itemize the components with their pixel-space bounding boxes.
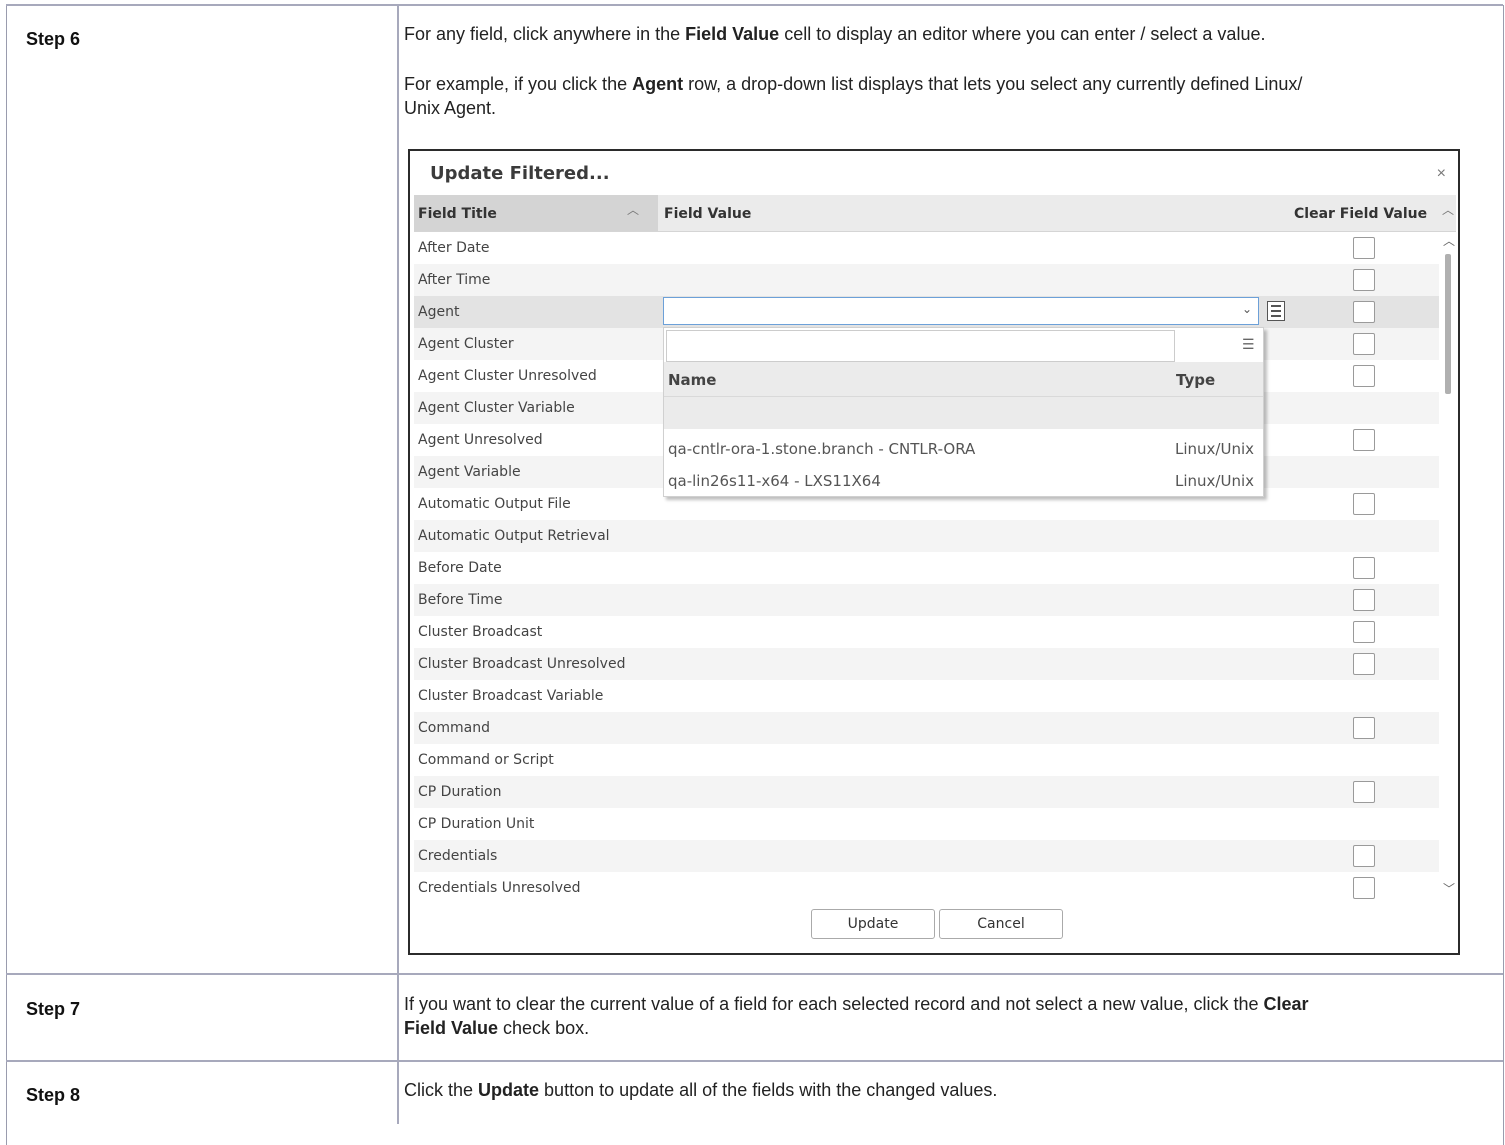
update-button[interactable]: Update — [811, 909, 935, 939]
field-title: Agent Variable — [418, 464, 521, 480]
field-title: Agent Cluster Variable — [418, 400, 575, 416]
field-title: Credentials Unresolved — [418, 880, 581, 896]
sort-caret-icon[interactable]: ︿ — [627, 201, 639, 218]
step-label: Step 8 — [26, 1085, 81, 1105]
field-title: Before Time — [418, 592, 503, 608]
table-row[interactable]: Automatic Output Retrieval — [414, 520, 1439, 552]
field-title: Credentials — [418, 848, 498, 864]
agent-combo-box[interactable]: ⌄ — [663, 297, 1259, 325]
dialog-title: Update Filtered... — [430, 163, 610, 184]
row-divider — [6, 1060, 1503, 1062]
field-title: Agent Unresolved — [418, 432, 543, 448]
clear-field-value-checkbox[interactable] — [1353, 589, 1375, 611]
clear-field-value-checkbox[interactable] — [1353, 365, 1375, 387]
step-label: Step 6 — [26, 29, 81, 49]
table-row[interactable]: Credentials — [414, 840, 1439, 872]
table-row[interactable]: Command — [414, 712, 1439, 744]
clear-field-value-checkbox[interactable] — [1353, 845, 1375, 867]
field-title: Automatic Output Retrieval — [418, 528, 610, 544]
field-title: Before Date — [418, 560, 502, 576]
step-description: If you want to clear the current value o… — [404, 994, 1309, 1038]
popup-list-item[interactable]: qa-lin26s11-x64 - LXS11X64 Linux/Unix — [664, 464, 1263, 496]
clear-field-value-checkbox[interactable] — [1353, 269, 1375, 291]
field-title: After Time — [418, 272, 491, 288]
clear-field-value-checkbox[interactable] — [1353, 717, 1375, 739]
column-divider — [397, 5, 399, 1124]
field-title: Agent — [418, 304, 460, 320]
list-icon[interactable] — [1267, 301, 1285, 321]
table-row[interactable]: Cluster Broadcast — [414, 616, 1439, 648]
clear-field-value-checkbox[interactable] — [1353, 877, 1375, 899]
step-label: Step 7 — [26, 999, 81, 1019]
scrollbar-thumb[interactable] — [1445, 254, 1451, 394]
field-title: After Date — [418, 240, 490, 256]
scroll-down-icon[interactable]: ﹀ — [1443, 880, 1455, 897]
update-filtered-dialog: Update Filtered... × Field Title ︿ Field… — [408, 149, 1460, 955]
popup-filter-input[interactable] — [666, 330, 1175, 362]
step-description: For example, if you click the Agent row,… — [404, 74, 1303, 118]
field-title: Command — [418, 720, 490, 736]
table-row[interactable]: Credentials Unresolved — [414, 872, 1439, 904]
scroll-up-icon[interactable]: ︿ — [1442, 201, 1454, 218]
table-row[interactable]: Cluster Broadcast Unresolved — [414, 648, 1439, 680]
agent-dropdown-popup: ☰ Name Type qa-cntlr-ora-1.stone.branch … — [663, 327, 1264, 497]
clear-field-value-checkbox[interactable] — [1353, 429, 1375, 451]
close-icon[interactable]: × — [1437, 165, 1446, 183]
chevron-down-icon[interactable]: ⌄ — [1242, 302, 1252, 316]
clear-field-value-checkbox[interactable] — [1353, 301, 1375, 323]
popup-list-item[interactable]: qa-cntlr-ora-1.stone.branch - CNTLR-ORA … — [664, 432, 1263, 464]
clear-field-value-checkbox[interactable] — [1353, 493, 1375, 515]
vertical-scrollbar[interactable]: ︿ ﹀ — [1439, 232, 1455, 898]
clear-field-value-checkbox[interactable] — [1353, 237, 1375, 259]
field-title: CP Duration — [418, 784, 502, 800]
field-title: Cluster Broadcast Variable — [418, 688, 604, 704]
clear-field-value-checkbox[interactable] — [1353, 621, 1375, 643]
field-title: Cluster Broadcast Unresolved — [418, 656, 626, 672]
clear-field-value-header[interactable]: Clear Field Value — [1294, 206, 1427, 222]
type-column-header[interactable]: Type — [1176, 371, 1215, 389]
table-row[interactable]: CP Duration Unit — [414, 808, 1439, 840]
field-title: Agent Cluster — [418, 336, 514, 352]
popup-blank-row — [664, 397, 1263, 429]
popup-header: Name Type — [664, 362, 1263, 397]
step-description: Click the Update button to update all of… — [404, 1080, 998, 1100]
table-row[interactable]: Before Date — [414, 552, 1439, 584]
cancel-button[interactable]: Cancel — [939, 909, 1063, 939]
agent-name: qa-lin26s11-x64 - LXS11X64 — [668, 472, 881, 490]
grid-header: Field Title ︿ Field Value Clear Field Va… — [414, 195, 1456, 232]
field-title: CP Duration Unit — [418, 816, 535, 832]
field-title-header[interactable]: Field Title — [418, 206, 497, 222]
step-description: For any field, click anywhere in the Fie… — [404, 24, 1266, 44]
table-border-top — [6, 4, 1503, 6]
table-row[interactable]: CP Duration — [414, 776, 1439, 808]
clear-field-value-checkbox[interactable] — [1353, 781, 1375, 803]
clear-field-value-checkbox[interactable] — [1353, 333, 1375, 355]
filter-icon[interactable]: ☰ — [1242, 336, 1255, 353]
field-title: Agent Cluster Unresolved — [418, 368, 597, 384]
agent-type: Linux/Unix — [1175, 472, 1254, 490]
table-row[interactable]: After Date — [414, 232, 1439, 264]
table-row[interactable]: Before Time — [414, 584, 1439, 616]
field-title: Automatic Output File — [418, 496, 571, 512]
table-row[interactable]: Cluster Broadcast Variable — [414, 680, 1439, 712]
scroll-up-icon[interactable]: ︿ — [1443, 232, 1455, 249]
field-value-header[interactable]: Field Value — [664, 206, 751, 222]
table-row[interactable]: After Time — [414, 264, 1439, 296]
agent-name: qa-cntlr-ora-1.stone.branch - CNTLR-ORA — [668, 440, 976, 458]
field-title: Cluster Broadcast — [418, 624, 543, 640]
row-divider — [6, 973, 1503, 975]
clear-field-value-checkbox[interactable] — [1353, 653, 1375, 675]
agent-type: Linux/Unix — [1175, 440, 1254, 458]
table-row[interactable]: Command or Script — [414, 744, 1439, 776]
name-column-header[interactable]: Name — [668, 371, 716, 389]
field-title: Command or Script — [418, 752, 554, 768]
clear-field-value-checkbox[interactable] — [1353, 557, 1375, 579]
